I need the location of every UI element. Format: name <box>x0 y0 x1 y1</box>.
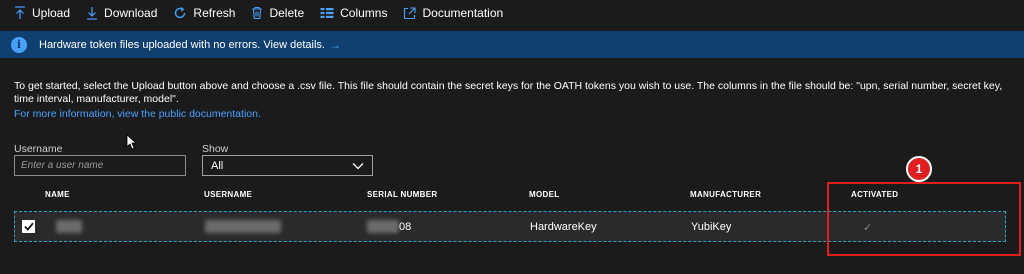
redacted-username <box>205 220 281 233</box>
row-checkbox[interactable] <box>22 220 35 233</box>
serial-number-cell: 08 <box>399 221 412 233</box>
download-icon <box>87 7 98 20</box>
banner-text: Hardware token files uploaded with no er… <box>39 38 325 51</box>
documentation-button[interactable]: Documentation <box>403 0 503 26</box>
refresh-label: Refresh <box>193 6 236 20</box>
annotation-highlight-box <box>827 182 1021 256</box>
column-header-username[interactable]: USERNAME <box>204 190 252 199</box>
upload-button[interactable]: Upload <box>14 0 70 26</box>
notification-banner[interactable]: i Hardware token files uploaded with no … <box>0 31 1024 58</box>
info-icon: i <box>11 36 27 53</box>
column-header-model[interactable]: MODEL <box>529 190 559 199</box>
column-header-serial-number[interactable]: SERIAL NUMBER <box>367 190 437 199</box>
model-cell: HardwareKey <box>530 221 597 233</box>
columns-icon <box>320 8 334 18</box>
documentation-label: Documentation <box>422 6 504 20</box>
username-label: Username <box>14 143 63 155</box>
chevron-down-icon <box>352 162 364 169</box>
documentation-link[interactable]: For more information, view the public do… <box>14 108 261 120</box>
redacted-name <box>56 220 82 233</box>
column-header-manufacturer[interactable]: MANUFACTURER <box>690 190 761 199</box>
upload-label: Upload <box>32 6 71 20</box>
delete-label: Delete <box>269 6 305 20</box>
manufacturer-cell: YubiKey <box>691 221 732 233</box>
username-search-input[interactable] <box>14 155 186 176</box>
download-label: Download <box>104 6 158 20</box>
refresh-icon <box>175 6 186 19</box>
delete-button[interactable]: Delete <box>251 0 304 26</box>
annotation-badge: 1 <box>906 156 932 182</box>
arrow-right-icon: → <box>328 37 341 52</box>
show-label: Show <box>202 143 229 155</box>
columns-label: Columns <box>340 6 388 20</box>
intro-text: To get started, select the Upload button… <box>14 80 1003 105</box>
download-button[interactable]: Download <box>86 0 157 26</box>
upload-icon <box>15 6 25 19</box>
mouse-cursor-icon <box>126 134 136 150</box>
checkmark-icon <box>23 222 34 231</box>
show-selected-value: All <box>211 159 224 172</box>
redacted-serial-number <box>367 220 399 233</box>
refresh-button[interactable]: Refresh <box>173 0 235 26</box>
trash-icon <box>252 6 263 20</box>
columns-button[interactable]: Columns <box>320 0 387 26</box>
show-dropdown[interactable]: All <box>202 155 373 176</box>
external-link-icon <box>404 6 417 19</box>
column-header-name[interactable]: NAME <box>45 190 70 199</box>
command-bar: Upload Download Refresh Delete Columns D… <box>0 0 1024 26</box>
